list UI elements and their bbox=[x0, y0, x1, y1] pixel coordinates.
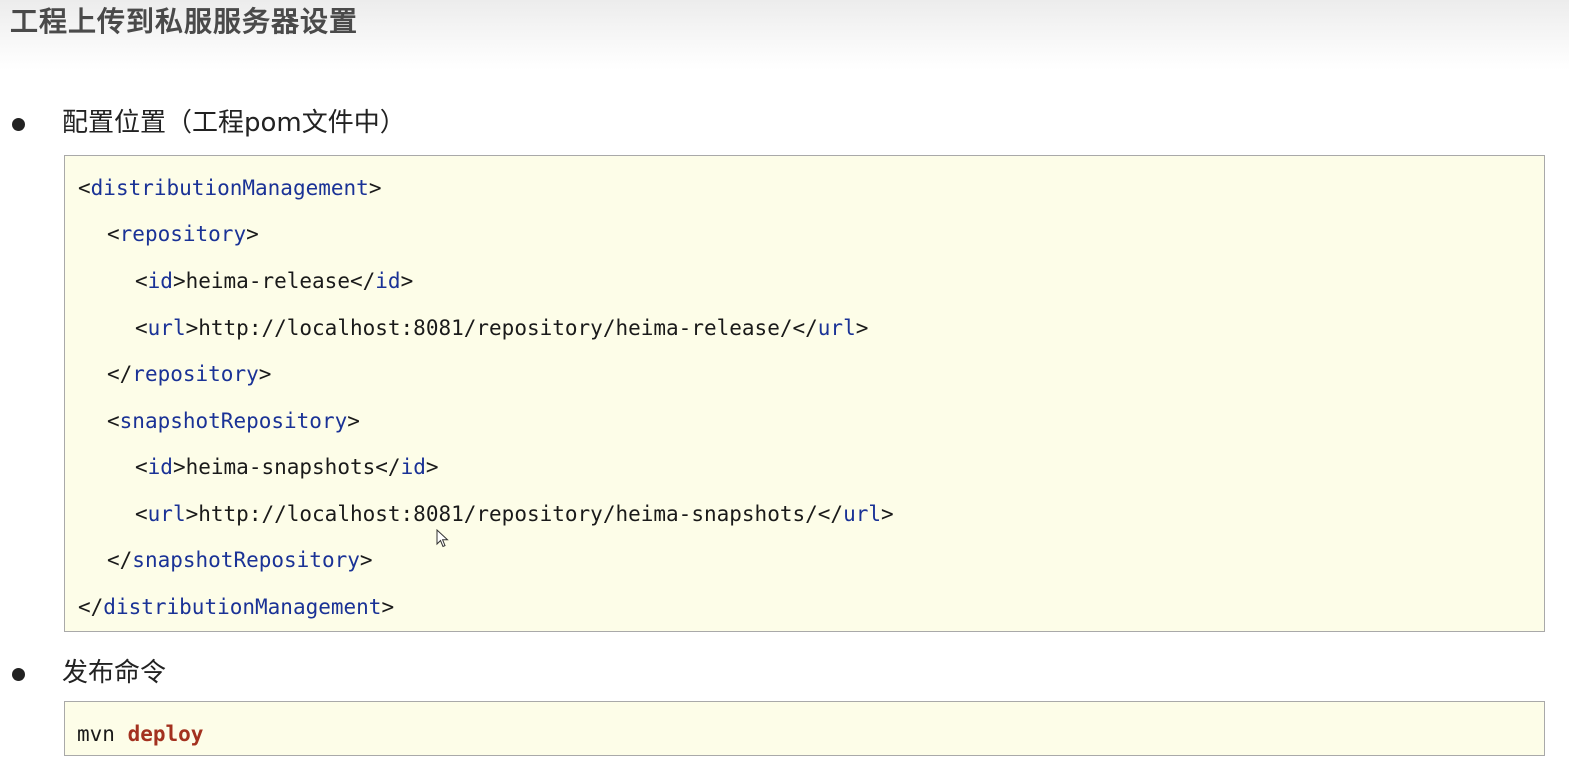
code-line: <url>http://localhost:8081/repository/he… bbox=[135, 502, 894, 526]
bullet-icon bbox=[12, 668, 25, 681]
mouse-pointer-icon bbox=[436, 529, 449, 548]
code-line: </distributionManagement> bbox=[78, 595, 395, 619]
code-line: </repository> bbox=[107, 362, 272, 386]
code-line: <url>http://localhost:8081/repository/he… bbox=[135, 316, 869, 340]
section-heading-config-location: 配置位置（工程pom文件中） bbox=[62, 108, 406, 138]
bullet-icon bbox=[12, 118, 25, 131]
code-line: <id>heima-release</id> bbox=[135, 269, 414, 293]
code-line: </snapshotRepository> bbox=[107, 548, 373, 572]
deploy-command-block bbox=[64, 701, 1545, 756]
page-title: 工程上传到私服服务器设置 bbox=[10, 5, 359, 38]
deploy-command-line: mvn deploy bbox=[77, 722, 204, 746]
section-heading-deploy-command: 发布命令 bbox=[62, 658, 167, 688]
code-line: <id>heima-snapshots</id> bbox=[135, 455, 439, 479]
code-line: <distributionManagement> bbox=[78, 176, 382, 200]
title-band: 工程上传到私服服务器设置 bbox=[0, 0, 1569, 70]
code-line: <snapshotRepository> bbox=[107, 409, 360, 433]
code-line: <repository> bbox=[107, 222, 259, 246]
